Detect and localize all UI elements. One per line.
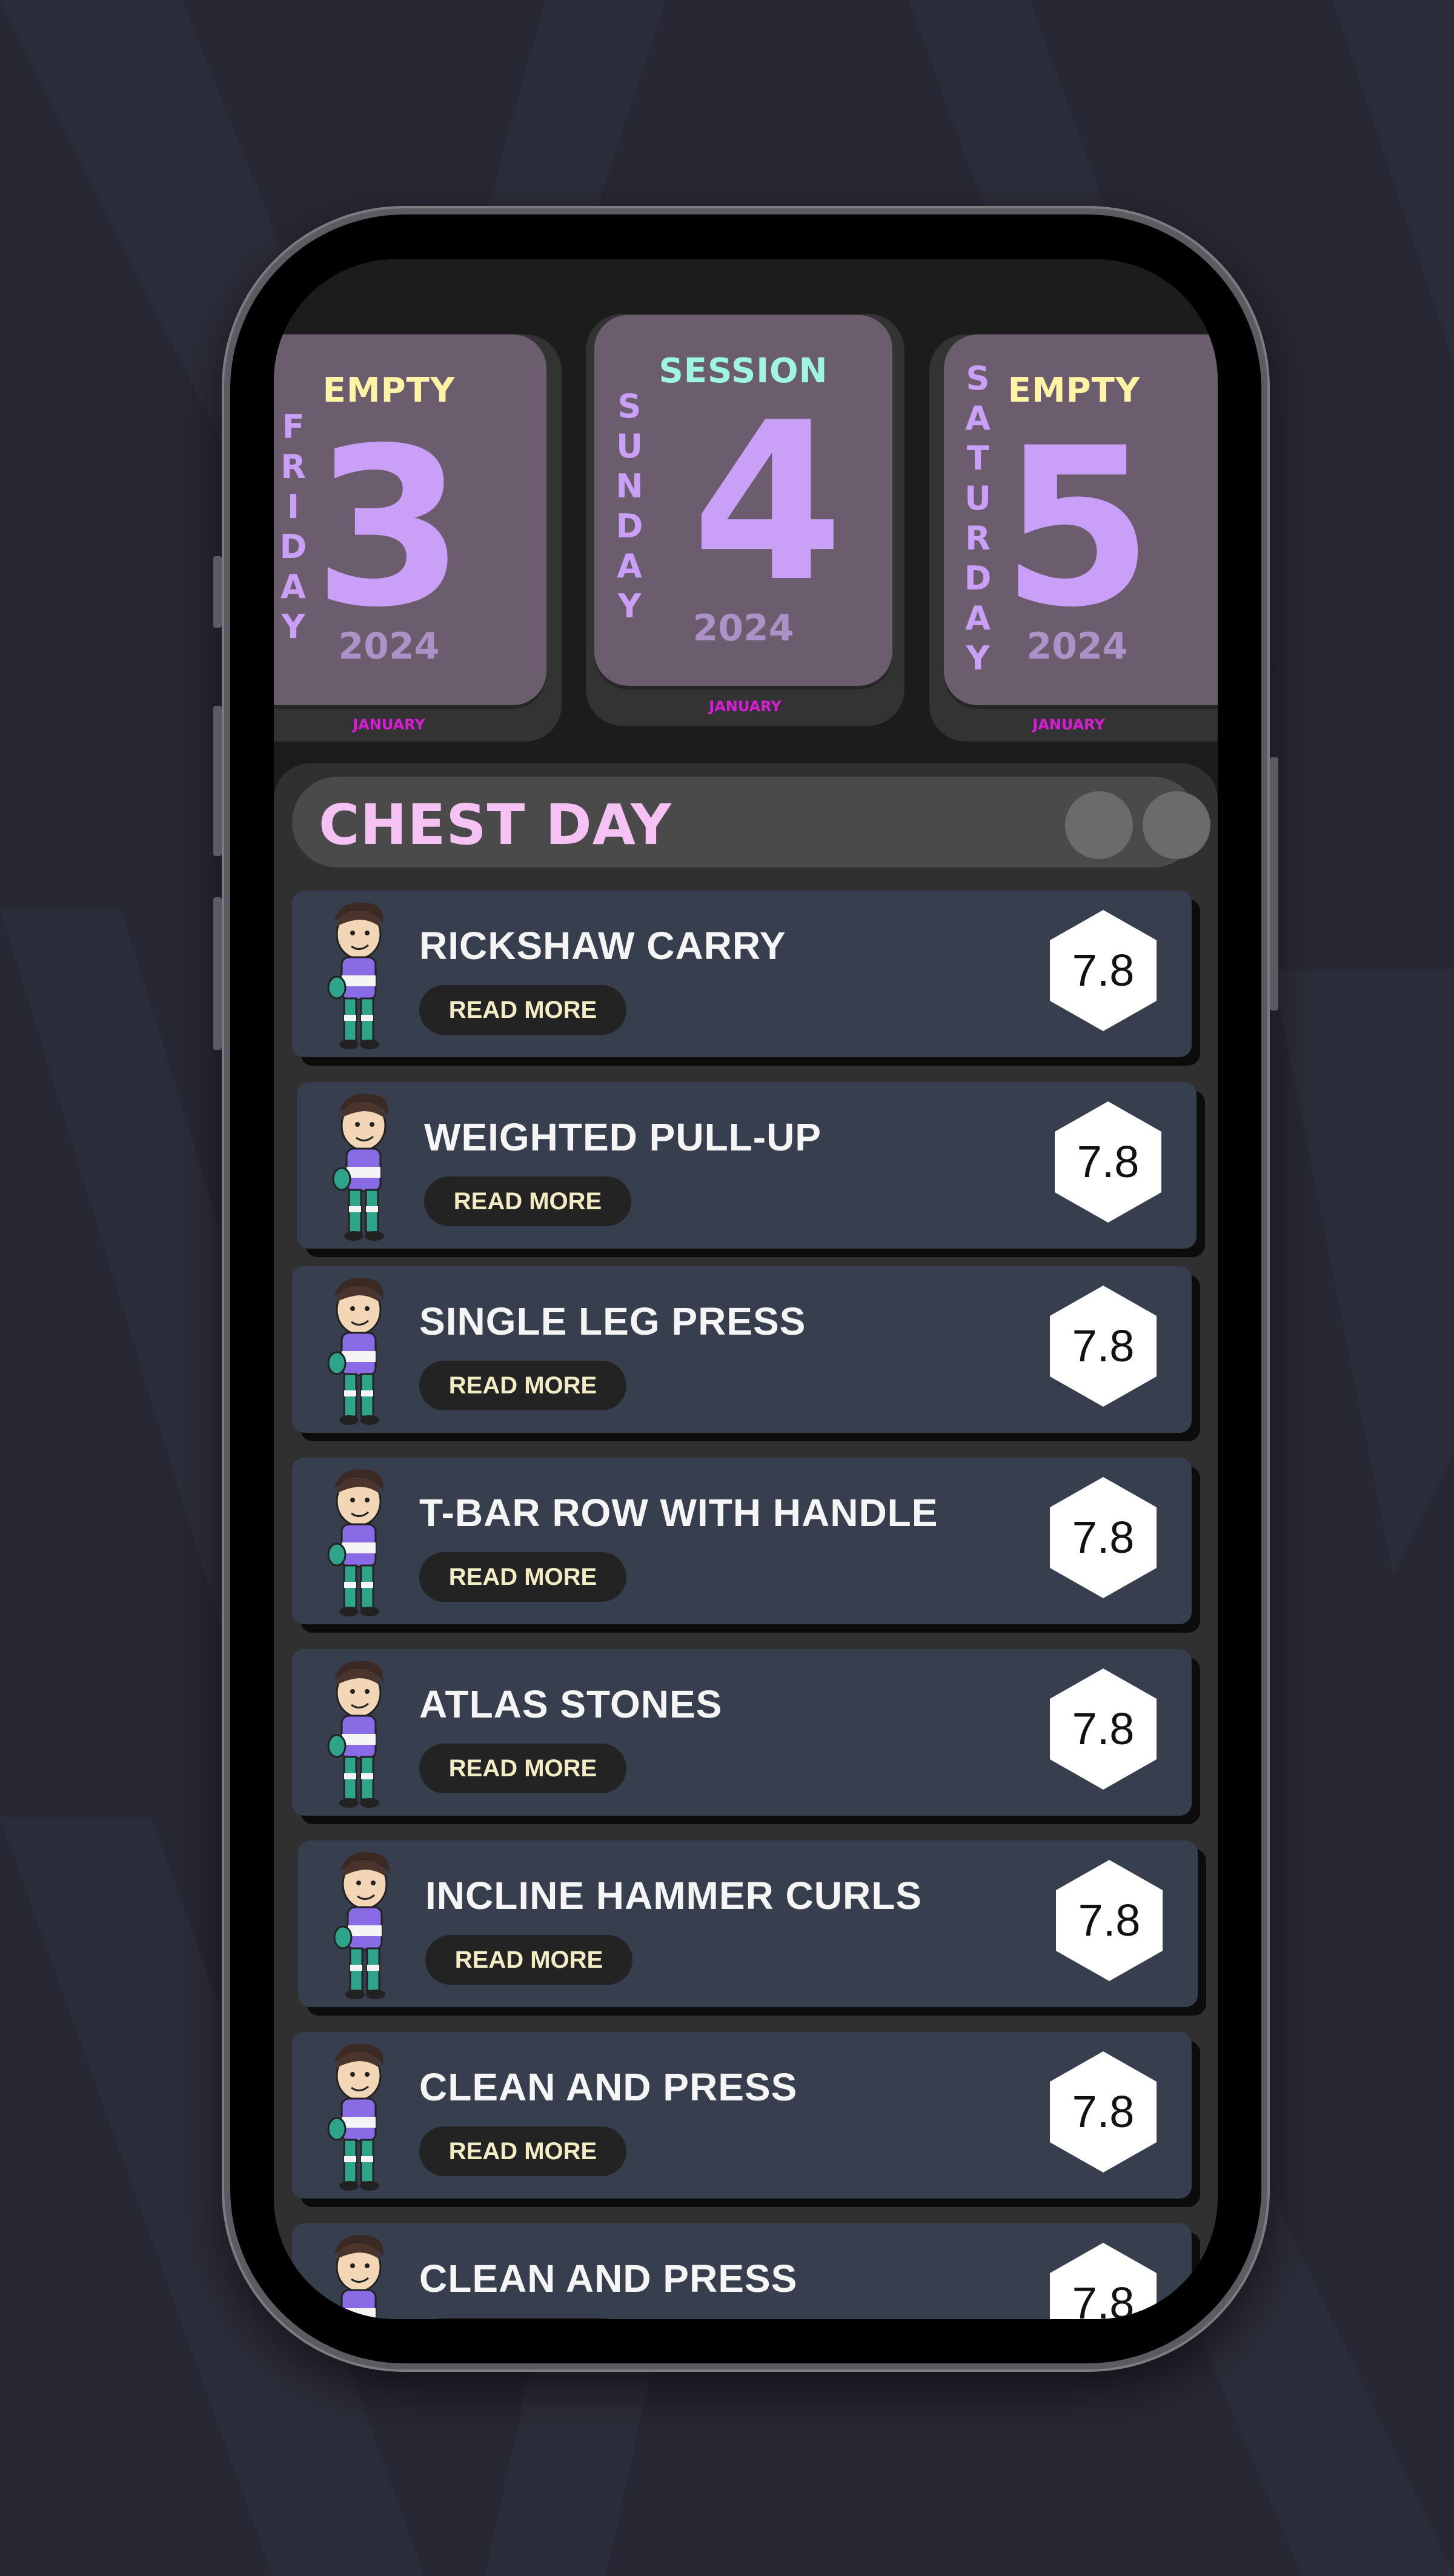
- date-month: JANUARY: [353, 716, 425, 733]
- score-value: 7.8: [1072, 2086, 1135, 2137]
- date-card-face: EMPTY SATURDAY 5 2024: [944, 334, 1218, 705]
- app-screen: EMPTY FRIDAY 3 2024 JANUARY SESSION SUND…: [274, 259, 1218, 2319]
- date-card-face: SESSION SUNDAY 4 2024: [594, 315, 892, 686]
- read-more-button[interactable]: READ MORE: [419, 2318, 626, 2319]
- date-card-friday[interactable]: EMPTY FRIDAY 3 2024 JANUARY: [274, 334, 562, 742]
- date-month: JANUARY: [709, 698, 782, 715]
- title-action-button-1[interactable]: [1065, 791, 1133, 859]
- avatar-icon: [327, 2235, 383, 2319]
- side-button-volume-down: [213, 897, 222, 1050]
- score-badge: 7.8: [1055, 1859, 1164, 1982]
- score-badge: 7.8: [1049, 909, 1158, 1032]
- workout-title: CHEST DAY: [319, 792, 672, 857]
- score-badge: 7.8: [1049, 1284, 1158, 1408]
- exercise-card[interactable]: INCLINE HAMMER CURLS READ MORE 7.8: [298, 1841, 1198, 2007]
- exercise-name: ATLAS STONES: [419, 1682, 723, 1726]
- date-card-face: EMPTY FRIDAY 3 2024: [274, 334, 546, 705]
- avatar-icon: [327, 1278, 383, 1425]
- avatar-icon: [327, 902, 383, 1049]
- score-value: 7.8: [1072, 2278, 1135, 2319]
- exercise-name: RICKSHAW CARRY: [419, 924, 786, 968]
- date-day-number: 3: [313, 401, 465, 655]
- exercise-name: CLEAN AND PRESS: [419, 2257, 798, 2300]
- score-value: 7.8: [1072, 945, 1135, 995]
- avatar-icon: [333, 1852, 390, 1999]
- workout-title-bar: CHEST DAY: [292, 777, 1210, 868]
- side-button-silent: [213, 556, 222, 628]
- avatar-icon: [327, 2043, 383, 2191]
- date-month: JANUARY: [1032, 716, 1105, 733]
- exercise-card[interactable]: WEIGHTED PULL-UP READ MORE 7.8: [297, 1082, 1197, 1249]
- date-day-number: 4: [691, 376, 844, 629]
- exercise-name: WEIGHTED PULL-UP: [424, 1115, 822, 1159]
- score-value: 7.8: [1078, 1895, 1141, 1945]
- exercise-card[interactable]: RICKSHAW CARRY READ MORE 7.8: [292, 891, 1192, 1057]
- score-badge: 7.8: [1049, 1476, 1158, 1599]
- exercise-name: SINGLE LEG PRESS: [419, 1300, 806, 1343]
- read-more-button[interactable]: READ MORE: [419, 1552, 626, 1602]
- score-value: 7.8: [1072, 1321, 1135, 1371]
- score-badge: 7.8: [1049, 1667, 1158, 1791]
- exercise-card[interactable]: T-BAR ROW WITH HANDLE READ MORE 7.8: [292, 1458, 1192, 1624]
- avatar-icon: [327, 1469, 383, 1616]
- score-badge: 7.8: [1054, 1100, 1163, 1224]
- exercise-name: T-BAR ROW WITH HANDLE: [419, 1491, 938, 1535]
- date-card-saturday[interactable]: EMPTY SATURDAY 5 2024 JANUARY: [929, 334, 1218, 742]
- read-more-button[interactable]: READ MORE: [419, 1361, 626, 1410]
- date-year: 2024: [1026, 625, 1128, 668]
- avatar-icon: [327, 1661, 383, 1808]
- date-year: 2024: [338, 625, 440, 668]
- date-card-sunday[interactable]: SESSION SUNDAY 4 2024 JANUARY: [586, 314, 905, 726]
- score-badge: 7.8: [1049, 2242, 1158, 2319]
- date-year: 2024: [692, 607, 794, 649]
- exercise-card[interactable]: CLEAN AND PRESS READ MORE 7.8: [292, 2223, 1192, 2319]
- score-badge: 7.8: [1049, 2050, 1158, 2174]
- read-more-button[interactable]: READ MORE: [424, 1177, 631, 1226]
- score-value: 7.8: [1077, 1137, 1140, 1187]
- avatar-icon: [332, 1094, 388, 1241]
- read-more-button[interactable]: READ MORE: [425, 1935, 632, 1985]
- exercise-card[interactable]: ATLAS STONES READ MORE 7.8: [292, 1649, 1192, 1816]
- exercise-name: CLEAN AND PRESS: [419, 2065, 798, 2109]
- date-day-number: 5: [1001, 401, 1154, 655]
- read-more-button[interactable]: READ MORE: [419, 2126, 626, 2176]
- read-more-button[interactable]: READ MORE: [419, 1744, 626, 1793]
- side-button-volume-up: [213, 706, 222, 856]
- exercise-card[interactable]: SINGLE LEG PRESS READ MORE 7.8: [292, 1266, 1192, 1433]
- score-value: 7.8: [1072, 1704, 1135, 1754]
- title-action-button-2[interactable]: [1143, 791, 1210, 859]
- exercise-card[interactable]: CLEAN AND PRESS READ MORE 7.8: [292, 2032, 1192, 2199]
- read-more-button[interactable]: READ MORE: [419, 985, 626, 1035]
- side-button-power: [1270, 757, 1278, 1011]
- score-value: 7.8: [1072, 1512, 1135, 1562]
- exercise-name: INCLINE HAMMER CURLS: [425, 1874, 922, 1917]
